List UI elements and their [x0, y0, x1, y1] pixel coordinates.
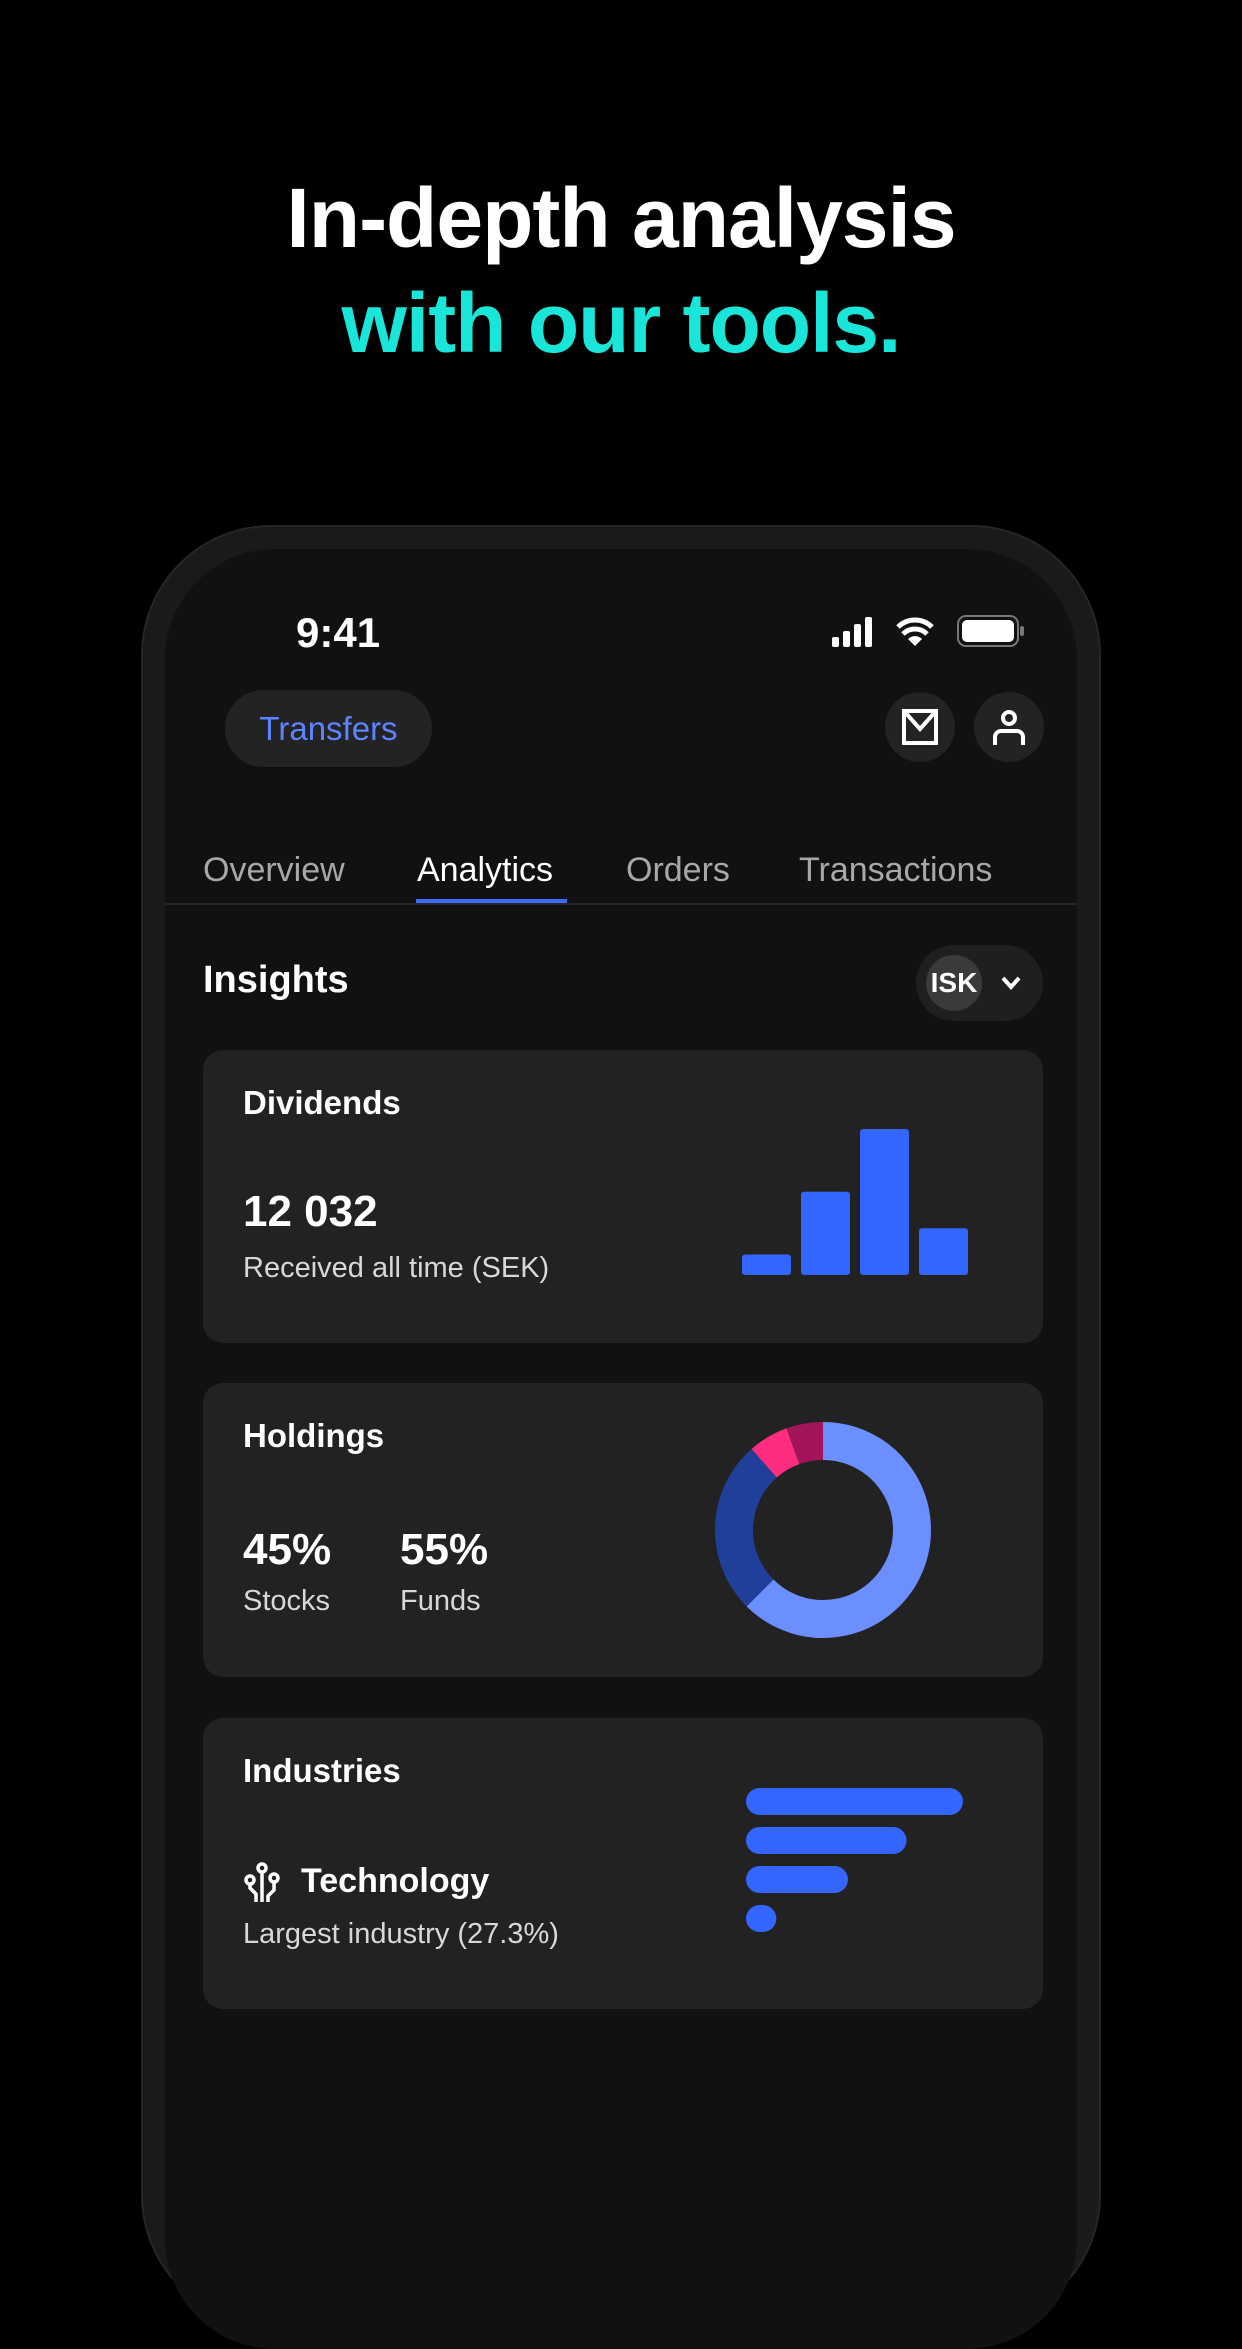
signal-icon: [832, 617, 872, 647]
industries-card[interactable]: Industries Technology Largest industry (…: [203, 1718, 1043, 2009]
holdings-title: Holdings: [243, 1417, 385, 1454]
technology-circuit-icon: [244, 1862, 280, 1902]
industries-title: Industries: [243, 1752, 401, 1789]
insights-title: Insights: [203, 959, 349, 1001]
dividends-caption: Received all time (SEK): [243, 1252, 550, 1284]
funds-percent: 55%: [400, 1525, 489, 1574]
battery-icon: [957, 615, 1024, 647]
dividends-title: Dividends: [243, 1084, 401, 1121]
tab-orders[interactable]: Orders: [626, 851, 730, 890]
tabs-divider: [165, 903, 1077, 905]
wifi-icon: [896, 617, 934, 646]
chevron-down-icon: [1001, 976, 1021, 991]
tab-transactions[interactable]: Transactions: [799, 851, 992, 890]
top-industry-name: Technology: [301, 1862, 490, 1900]
dividend-bar: [860, 1129, 909, 1275]
dividends-value: 12 032: [243, 1187, 378, 1236]
holdings-donut-chart: [715, 1422, 931, 1638]
dividends-card[interactable]: Dividends 12 032 Received all time (SEK): [203, 1050, 1043, 1343]
app-screen: 9:41 Transfers Overview Analytics Orders…: [165, 549, 1077, 2349]
donut-segment: [715, 1448, 778, 1607]
stocks-percent: 45%: [243, 1525, 332, 1574]
industry-bar: [746, 1788, 963, 1815]
headline-line1: In-depth analysis: [286, 171, 956, 265]
stocks-label: Stocks: [243, 1585, 331, 1617]
donut-segment: [786, 1422, 824, 1465]
industry-bar: [746, 1827, 907, 1854]
industry-bar: [746, 1905, 777, 1932]
profile-button[interactable]: [974, 692, 1044, 762]
dividend-bar: [919, 1228, 968, 1275]
transfers-button[interactable]: Transfers: [225, 690, 432, 767]
tab-analytics[interactable]: Analytics: [417, 851, 553, 890]
industry-bar: [746, 1866, 848, 1893]
dividend-bar: [742, 1254, 791, 1275]
dividend-bar: [801, 1191, 850, 1275]
holdings-card[interactable]: Holdings 45% Stocks 55% Funds: [203, 1383, 1043, 1677]
funds-label: Funds: [400, 1585, 481, 1617]
profile-icon: [993, 710, 1025, 745]
industries-bar-chart: [746, 1788, 963, 1932]
donut-segment: [751, 1428, 800, 1478]
industries-caption: Largest industry (27.3%): [243, 1918, 559, 1950]
account-selector[interactable]: ISK: [916, 945, 1043, 1021]
status-time: 9:41: [296, 609, 381, 656]
headline-line2: with our tools.: [341, 276, 902, 370]
mail-icon: [902, 709, 938, 745]
dividends-bar-chart: [742, 1129, 968, 1275]
account-badge: ISK: [926, 955, 982, 1011]
phone-frame: 9:41 Transfers Overview Analytics Orders…: [141, 525, 1101, 2349]
tab-overview[interactable]: Overview: [203, 851, 345, 890]
mail-button[interactable]: [885, 692, 955, 762]
